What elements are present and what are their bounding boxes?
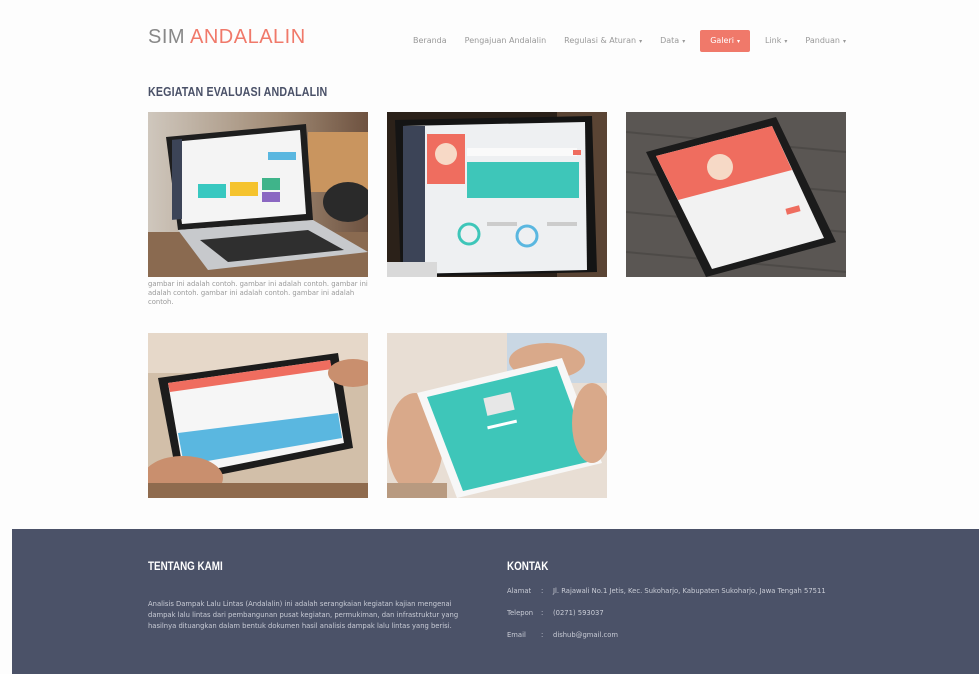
about-text: Analisis Dampak Lalu Lintas (Andalalin) … xyxy=(148,600,459,630)
contact-list: Alamat : Jl. Rajawali No.1 Jetis, Kec. S… xyxy=(507,585,826,651)
nav-regulasi[interactable]: Regulasi & Aturan ▾ xyxy=(555,30,651,52)
contact-separator: : xyxy=(541,609,544,617)
contact-title: KONTAK xyxy=(507,559,549,573)
contact-separator: : xyxy=(541,631,544,639)
chevron-down-icon: ▾ xyxy=(639,38,643,45)
site-footer: TENTANG KAMI Analisis Dampak Lalu Lintas… xyxy=(12,529,979,674)
gallery-image-desktop[interactable] xyxy=(387,112,607,277)
gallery-image-tablet-hands[interactable] xyxy=(387,333,607,498)
about-title: TENTANG KAMI xyxy=(148,559,223,573)
nav-data[interactable]: Data ▾ xyxy=(651,30,694,52)
chevron-down-icon: ▾ xyxy=(682,38,686,45)
nav-galeri[interactable]: Galeri ▾ xyxy=(700,30,750,52)
contact-label: Alamat xyxy=(507,587,532,595)
gallery-image-laptop[interactable] xyxy=(148,112,368,277)
site-brand[interactable]: SIM ANDALALIN xyxy=(148,26,306,49)
contact-value[interactable]: dishub@gmail.com xyxy=(553,629,618,651)
nav-pengajuan[interactable]: Pengajuan Andalalin xyxy=(456,30,555,52)
contact-row-address: Alamat : Jl. Rajawali No.1 Jetis, Kec. S… xyxy=(507,585,826,607)
contact-label: Telepon xyxy=(507,609,534,617)
brand-prefix: SIM xyxy=(148,26,191,48)
nav-link[interactable]: Link ▾ xyxy=(756,30,796,52)
gallery-image-phone[interactable] xyxy=(626,112,846,277)
chevron-down-icon: ▾ xyxy=(842,38,846,45)
nav-beranda[interactable]: Beranda xyxy=(404,30,456,52)
contact-value: Jl. Rajawali No.1 Jetis, Kec. Sukoharjo,… xyxy=(553,587,826,595)
chevron-down-icon: ▾ xyxy=(736,38,740,45)
contact-row-email: Email : dishub@gmail.com xyxy=(507,629,826,651)
main-nav: Beranda Pengajuan Andalalin Regulasi & A… xyxy=(404,30,846,52)
contact-row-phone: Telepon : (0271) 593037 xyxy=(507,607,826,629)
page-title: KEGIATAN EVALUASI ANDALALIN xyxy=(148,84,328,99)
contact-separator: : xyxy=(541,587,544,595)
brand-name: ANDALALIN xyxy=(190,26,306,48)
gallery-caption: gambar ini adalah contoh. gambar ini ada… xyxy=(148,280,368,306)
contact-value: (0271) 593037 xyxy=(553,609,604,617)
chevron-down-icon: ▾ xyxy=(784,38,788,45)
gallery-image-tablet[interactable] xyxy=(148,333,368,498)
nav-panduan[interactable]: Panduan ▾ xyxy=(796,30,855,52)
contact-label: Email xyxy=(507,631,526,639)
